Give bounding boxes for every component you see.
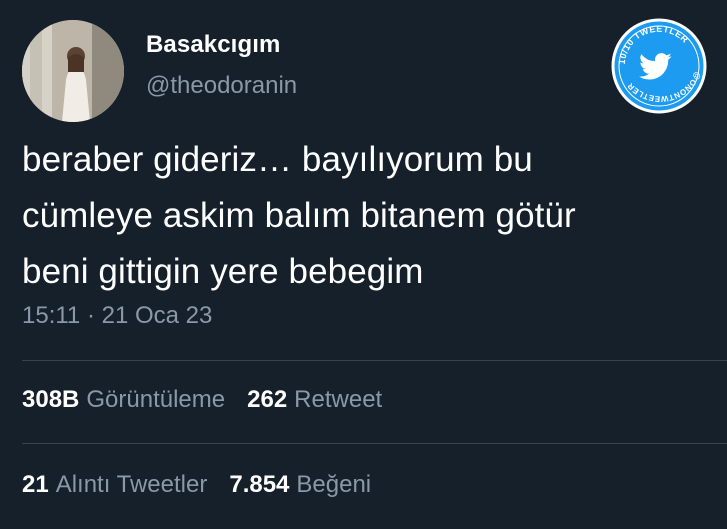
retweets-count: 262 [247,386,288,413]
avatar-photo [22,20,124,122]
display-name[interactable]: Basakcıgım [146,31,297,60]
user-handle[interactable]: @theodoranin [146,72,297,101]
divider [22,360,727,361]
likes-stat[interactable]: 7.854 Beğeni [229,471,371,499]
tweet-timestamp[interactable]: 15:11 · 21 Oca 23 [22,302,212,330]
quote-tweets-stat[interactable]: 21 Alıntı Tweetler [22,471,207,499]
views-label: Görüntüleme [86,386,226,413]
stats-row-quotes-likes: 21 Alıntı Tweetler 7.854 Beğeni [22,471,393,499]
stats-row-views-retweets: 308B Görüntüleme 262 Retweet [22,386,404,414]
likes-count: 7.854 [229,471,290,498]
retweets-stat[interactable]: 262 Retweet [247,386,382,414]
retweets-label: Retweet [294,386,383,413]
ononTweetler-badge: 10/10 TWEETLER @ONONTWEETLER [611,18,707,114]
avatar[interactable] [22,20,124,122]
likes-label: Beğeni [296,471,372,498]
user-info: Basakcıgım @theodoranin [146,31,297,101]
views-stat[interactable]: 308B Görüntüleme [22,386,225,414]
quote-tweets-label: Alıntı Tweetler [55,471,208,498]
divider [22,443,727,444]
tweet-card: Basakcıgım @theodoranin 10/10 TWEETLER @… [0,0,727,529]
tweet-text: beraber gideriz… bayılıyorum bu cümleye … [22,140,576,291]
views-count: 308B [22,386,80,413]
quote-tweets-count: 21 [22,471,49,498]
tweet-header: Basakcıgım @theodoranin [22,20,297,122]
